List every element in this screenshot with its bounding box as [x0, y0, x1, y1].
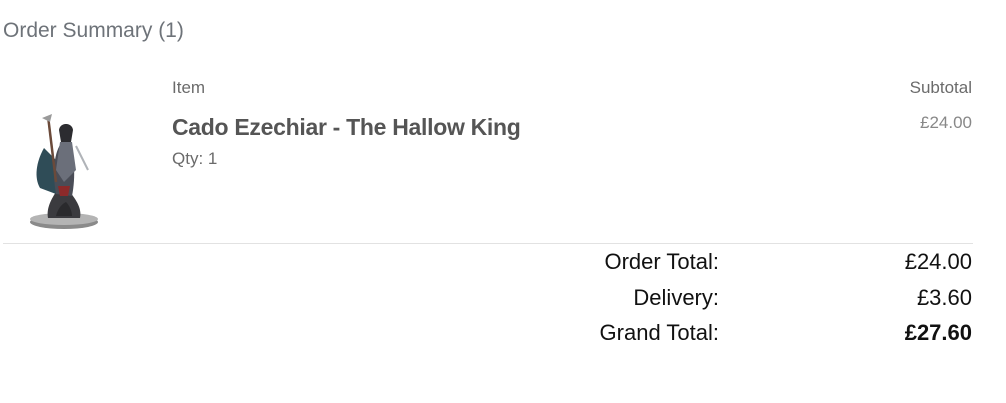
item-column-header: Item: [172, 78, 206, 97]
item-quantity: Qty: 1: [172, 149, 218, 168]
order-total-value: £24.00: [904, 249, 972, 274]
divider: [3, 243, 973, 244]
delivery-value: £3.60: [916, 285, 972, 310]
product-image[interactable]: [26, 112, 102, 232]
order-total-row: Order Total: £24.00: [0, 249, 1006, 279]
delivery-label: Delivery:: [633, 285, 719, 310]
grand-total-value: £27.60: [904, 320, 972, 345]
item-subtotal: £24.00: [920, 113, 972, 132]
item-name[interactable]: Cado Ezechiar - The Hallow King: [172, 114, 521, 141]
order-summary-title: Order Summary (1): [3, 19, 184, 42]
grand-total-label: Grand Total:: [599, 320, 719, 345]
grand-total-row: Grand Total: £27.60: [0, 320, 1006, 350]
subtotal-column-header: Subtotal: [909, 78, 972, 97]
order-total-label: Order Total:: [604, 249, 719, 274]
delivery-row: Delivery: £3.60: [0, 285, 1006, 315]
